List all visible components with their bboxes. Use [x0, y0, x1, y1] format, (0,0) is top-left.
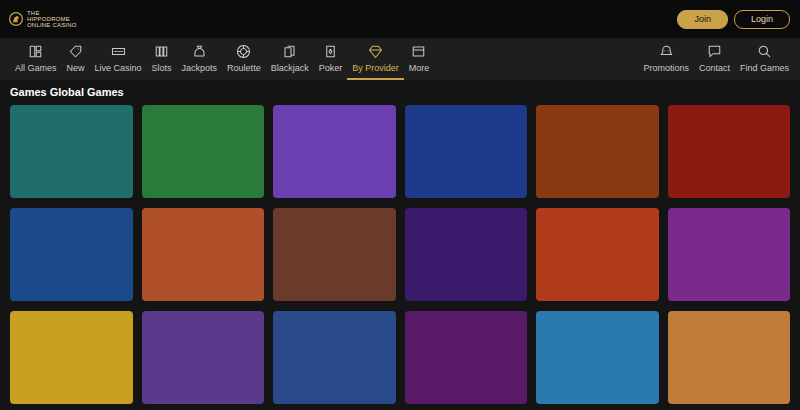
game-tile[interactable] — [273, 311, 396, 404]
auth-button[interactable]: Login — [734, 10, 790, 29]
game-grid — [10, 105, 790, 404]
link-icon — [757, 44, 772, 59]
game-tile[interactable] — [405, 105, 528, 198]
category-icon — [411, 44, 426, 59]
game-tile[interactable] — [142, 105, 265, 198]
link-icon — [659, 44, 674, 59]
game-tile[interactable] — [10, 208, 133, 301]
category-icon — [368, 44, 383, 59]
game-tile[interactable] — [536, 105, 659, 198]
logo-text: HIPPODROME — [27, 16, 77, 22]
nav-item[interactable]: Slots — [147, 38, 177, 80]
category-icon — [323, 44, 338, 59]
nav-item[interactable]: All Games — [10, 38, 62, 80]
game-tile[interactable] — [142, 208, 265, 301]
game-tile[interactable] — [536, 311, 659, 404]
nav-item[interactable]: More — [404, 38, 435, 80]
category-icon — [282, 44, 297, 59]
game-tile[interactable] — [10, 105, 133, 198]
nav-link[interactable]: Promotions — [638, 38, 694, 80]
game-tile[interactable] — [668, 311, 791, 404]
game-tile[interactable] — [142, 311, 265, 404]
nav-link[interactable]: Contact — [694, 38, 735, 80]
section-title: Games Global Games — [10, 86, 790, 98]
category-icon — [154, 44, 169, 59]
casino-page: THEHIPPODROMEONLINE CASINO Join Login All G… — [0, 0, 800, 410]
logo[interactable]: THEHIPPODROMEONLINE CASINO — [8, 10, 77, 28]
auth-button[interactable]: Join — [677, 10, 728, 29]
game-tile[interactable] — [668, 105, 791, 198]
nav-item[interactable]: New — [62, 38, 90, 80]
horse-emblem-icon — [8, 11, 24, 27]
game-tile[interactable] — [10, 311, 133, 404]
game-tile[interactable] — [405, 311, 528, 404]
game-tile[interactable] — [273, 105, 396, 198]
logo-text: ONLINE CASINO — [27, 22, 77, 28]
game-tile[interactable] — [405, 208, 528, 301]
games-section: Games Global Games — [0, 80, 800, 404]
nav-item[interactable]: By Provider — [347, 38, 404, 80]
logo-text: THE — [27, 10, 77, 16]
category-icon — [192, 44, 207, 59]
game-tile[interactable] — [668, 208, 791, 301]
nav-item[interactable]: Blackjack — [266, 38, 314, 80]
game-tile[interactable] — [536, 208, 659, 301]
game-tile[interactable] — [273, 208, 396, 301]
category-icon — [28, 44, 43, 59]
nav-item[interactable]: Roulette — [222, 38, 266, 80]
category-nav: All GamesNewLive CasinoSlotsJackpotsRoul… — [0, 38, 800, 80]
top-bar: THEHIPPODROMEONLINE CASINO Join Login — [0, 0, 800, 38]
category-icon — [111, 44, 126, 59]
nav-item[interactable]: Poker — [314, 38, 348, 80]
nav-item[interactable]: Live Casino — [90, 38, 147, 80]
nav-item[interactable]: Jackpots — [177, 38, 223, 80]
link-icon — [707, 44, 722, 59]
nav-link[interactable]: Find Games — [735, 38, 794, 80]
category-icon — [236, 44, 251, 59]
category-icon — [68, 44, 83, 59]
